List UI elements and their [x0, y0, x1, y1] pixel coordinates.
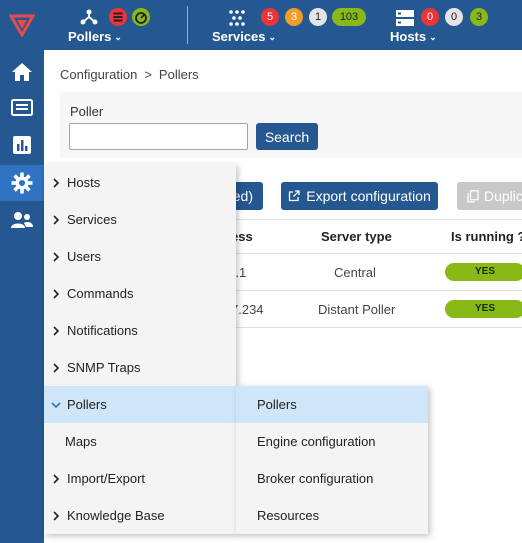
menu-item-knowledge-base[interactable]: Knowledge Base: [44, 497, 236, 534]
duplicate-button[interactable]: Duplic: [457, 182, 522, 210]
breadcrumb-configuration[interactable]: Configuration: [60, 67, 137, 82]
chevron-right-icon: [44, 325, 67, 336]
monitor-icon: [11, 99, 33, 116]
poller-search-input[interactable]: [69, 123, 248, 150]
hosts-unreachable-badge[interactable]: 0: [445, 8, 463, 26]
submenu-item-resources[interactable]: Resources: [236, 497, 428, 534]
sidebar-item-monitoring[interactable]: [0, 90, 44, 126]
menu-item-pollers[interactable]: Pollers: [44, 386, 236, 423]
search-button[interactable]: Search: [256, 123, 318, 150]
duplicate-label: Duplic: [484, 188, 522, 204]
chevron-down-icon: ⌄: [268, 32, 277, 42]
menu-item-import-export[interactable]: Import/Export: [44, 460, 236, 497]
running-status-badge: YES: [445, 263, 522, 281]
pollers-icon: [80, 8, 98, 29]
hosts-down-badge[interactable]: 0: [421, 8, 439, 26]
menu-item-snmp-traps[interactable]: SNMP Traps: [44, 349, 236, 386]
services-critical-badge[interactable]: 5: [261, 8, 279, 26]
menu-item-commands[interactable]: Commands: [44, 275, 236, 312]
latency-status-icon[interactable]: [131, 7, 151, 30]
sidebar-item-home[interactable]: [0, 54, 44, 90]
menu-item-label: Maps: [65, 434, 97, 449]
menu-item-label: Knowledge Base: [67, 508, 165, 523]
hosts-menu[interactable]: 0 0 3 Hosts ⌄: [388, 0, 522, 50]
copy-icon: [467, 189, 479, 203]
menu-item-notifications[interactable]: Notifications: [44, 312, 236, 349]
services-icon: [228, 9, 246, 30]
menu-item-label: SNMP Traps: [67, 360, 141, 375]
services-label: Services ⌄: [212, 29, 277, 44]
submenu-item-engine-configuration[interactable]: Engine configuration: [236, 423, 428, 460]
pollers-menu[interactable]: Pollers ⌄: [66, 0, 166, 50]
sidebar-item-configuration[interactable]: [0, 165, 44, 201]
menu-item-label: Commands: [67, 286, 134, 301]
chevron-right-icon: [44, 288, 67, 299]
chevron-down-icon: [44, 401, 67, 409]
submenu-item-broker-configuration[interactable]: Broker configuration: [236, 460, 428, 497]
chevron-right-icon: [44, 251, 67, 262]
services-menu[interactable]: 5 3 1 103 Services ⌄: [210, 0, 370, 50]
export-configuration-label: Export configuration: [306, 188, 431, 204]
home-icon: [12, 63, 32, 81]
centreon-logo[interactable]: [0, 0, 44, 50]
chevron-right-icon: [44, 473, 67, 484]
users-icon: [11, 212, 33, 228]
export-configuration-button[interactable]: Export configuration: [281, 182, 438, 210]
sidebar-item-reporting[interactable]: [0, 127, 44, 163]
pollers-label: Pollers ⌄: [68, 29, 122, 44]
top-bar: Pollers ⌄ 5 3 1 103 Services ⌄ 0 0 3 Hos…: [0, 0, 522, 50]
menu-item-label: Hosts: [67, 175, 101, 190]
menu-item-services[interactable]: Services: [44, 201, 236, 238]
menu-item-label: Pollers: [67, 397, 107, 412]
breadcrumb: Configuration > Pollers: [60, 67, 199, 82]
sidebar: [0, 50, 44, 543]
server-type-cell: Distant Poller: [318, 302, 396, 317]
chevron-down-icon: ⌄: [429, 32, 437, 42]
poller-filter-label: Poller: [70, 104, 104, 119]
external-link-icon: [289, 190, 300, 202]
running-status-badge: YES: [445, 300, 522, 318]
column-header-server-type[interactable]: Server type: [321, 229, 392, 244]
breadcrumb-separator: >: [144, 67, 152, 82]
services-warning-badge[interactable]: 3: [285, 8, 303, 26]
chevron-down-icon: ⌄: [114, 32, 122, 42]
menu-item-label: Import/Export: [67, 471, 146, 486]
chevron-right-icon: [44, 214, 67, 225]
services-ok-badge[interactable]: 103: [332, 8, 366, 26]
menu-item-hosts[interactable]: Hosts: [44, 164, 236, 201]
menu-item-maps[interactable]: Maps: [44, 423, 236, 460]
menu-item-label: Notifications: [67, 323, 138, 338]
breadcrumb-pollers[interactable]: Pollers: [159, 67, 199, 82]
hosts-label: Hosts ⌄: [390, 29, 437, 44]
hosts-up-badge[interactable]: 3: [470, 8, 488, 26]
configuration-menu: Hosts Services Users Commands Notificati…: [44, 164, 236, 534]
chevron-right-icon: [44, 362, 67, 373]
submenu-item-pollers[interactable]: Pollers: [236, 386, 428, 423]
chevron-right-icon: [44, 510, 67, 521]
server-type-cell: Central: [334, 265, 376, 280]
topbar-divider: [187, 6, 188, 44]
menu-item-label: Users: [67, 249, 101, 264]
database-status-icon[interactable]: [108, 7, 128, 30]
chart-icon: [13, 136, 31, 154]
hosts-icon: [395, 9, 415, 30]
chevron-right-icon: [44, 177, 67, 188]
pollers-submenu: Pollers Engine configuration Broker conf…: [236, 386, 428, 534]
services-unknown-badge[interactable]: 1: [309, 8, 327, 26]
column-header-is-running[interactable]: Is running ?: [451, 229, 522, 244]
menu-item-label: Services: [67, 212, 117, 227]
sidebar-item-administration[interactable]: [0, 202, 44, 238]
menu-item-users[interactable]: Users: [44, 238, 236, 275]
gear-icon: [11, 172, 33, 194]
